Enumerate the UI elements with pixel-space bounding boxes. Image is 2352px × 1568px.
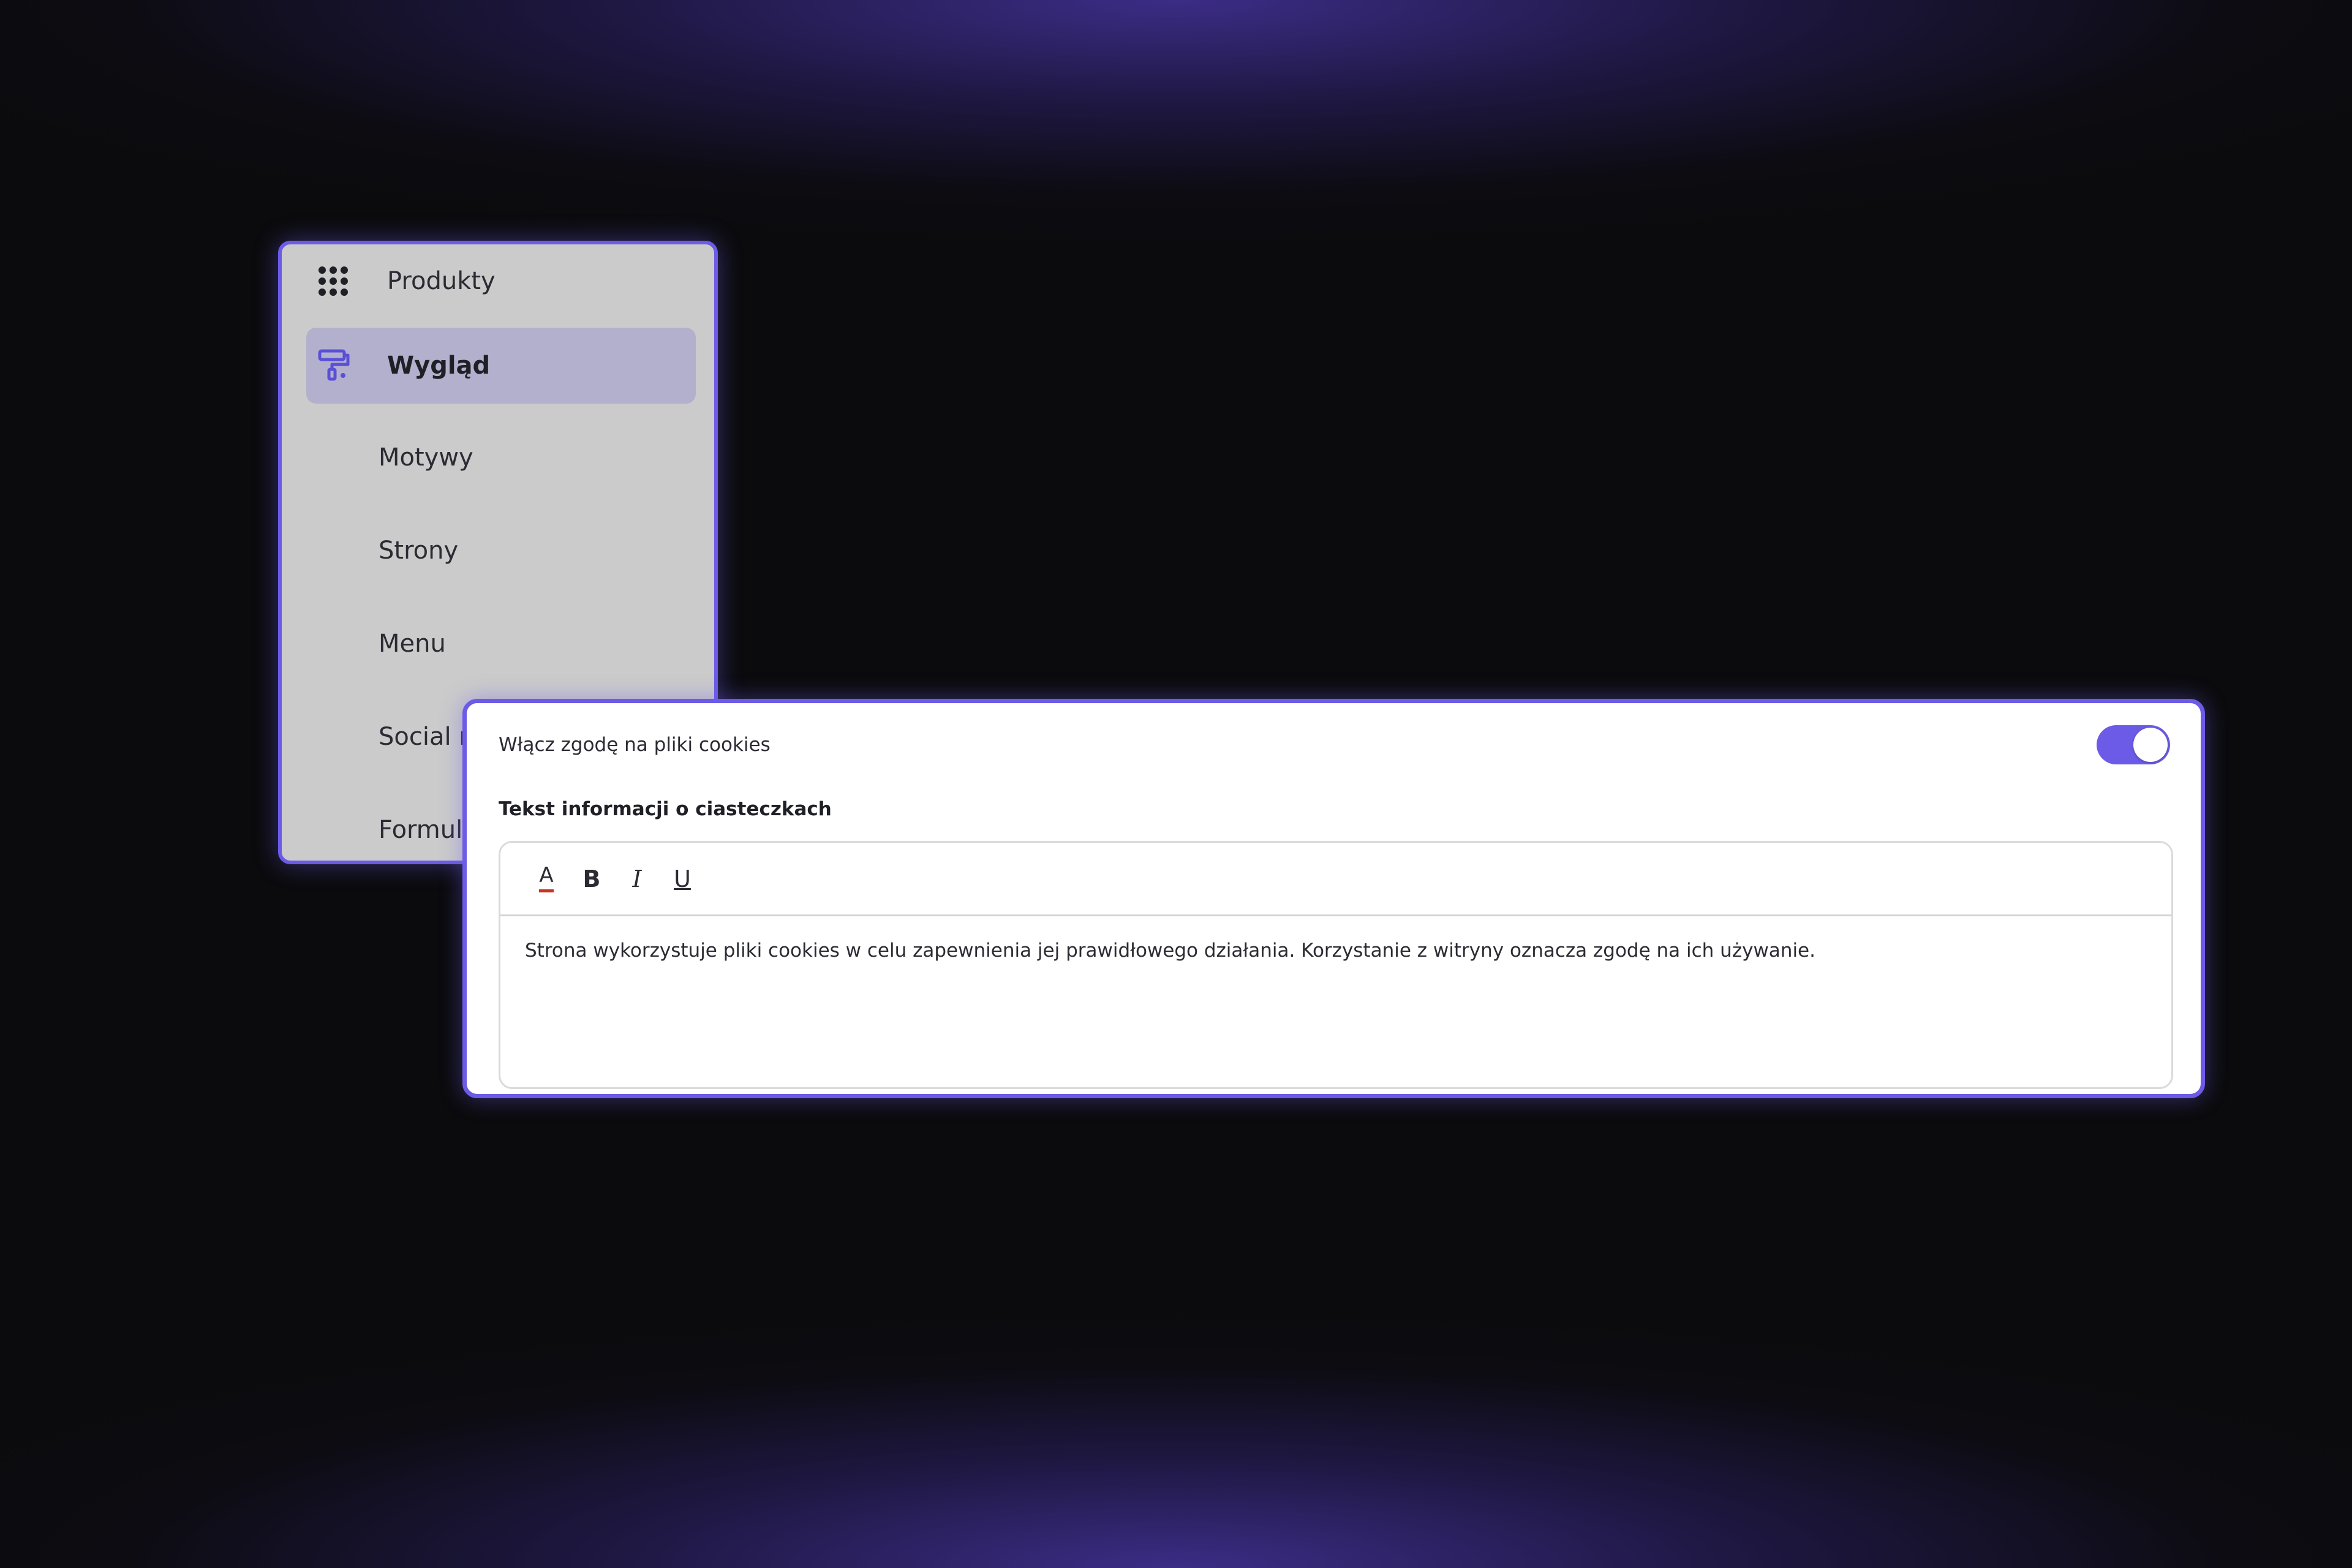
italic-button[interactable]: I: [614, 856, 660, 902]
editor-toolbar: A B I U: [500, 843, 2171, 916]
sidebar-item-label: Motywy: [379, 443, 473, 472]
underline-icon: U: [674, 865, 691, 892]
sidebar-item-produkty[interactable]: Produkty: [306, 244, 696, 319]
underline-button[interactable]: U: [660, 856, 705, 902]
sidebar-item-label: Menu: [379, 630, 446, 658]
toggle-knob: [2133, 728, 2168, 762]
sidebar-item-motywy[interactable]: Motywy: [306, 420, 696, 496]
cookie-consent-toggle[interactable]: [2097, 725, 2170, 764]
paint-roller-icon: [317, 349, 361, 383]
cookie-text-label: Tekst informacji o ciasteczkach: [499, 798, 832, 820]
bold-button[interactable]: B: [569, 856, 614, 902]
sidebar-item-label: Strony: [379, 537, 459, 565]
sidebar-item-strony[interactable]: Strony: [306, 513, 696, 589]
text-color-icon: A: [539, 865, 554, 892]
cookie-toggle-label: Włącz zgodę na pliki cookies: [499, 734, 771, 756]
cookie-settings-card: Włącz zgodę na pliki cookies Tekst infor…: [462, 699, 2205, 1098]
sidebar-item-label: Wygląd: [387, 352, 491, 380]
text-color-button[interactable]: A: [524, 856, 569, 902]
cookie-text-content[interactable]: Strona wykorzystuje pliki cookies w celu…: [525, 940, 2147, 962]
bold-icon: B: [582, 865, 601, 892]
rich-text-editor[interactable]: A B I U Strona wykorzystuje pliki cookie…: [499, 841, 2173, 1089]
grid-dots-icon: [317, 265, 361, 297]
italic-icon: I: [632, 865, 642, 892]
sidebar-item-menu[interactable]: Menu: [306, 606, 696, 682]
sidebar-item-wyglad[interactable]: Wygląd: [306, 328, 696, 404]
sidebar-item-label: Produkty: [387, 267, 496, 295]
